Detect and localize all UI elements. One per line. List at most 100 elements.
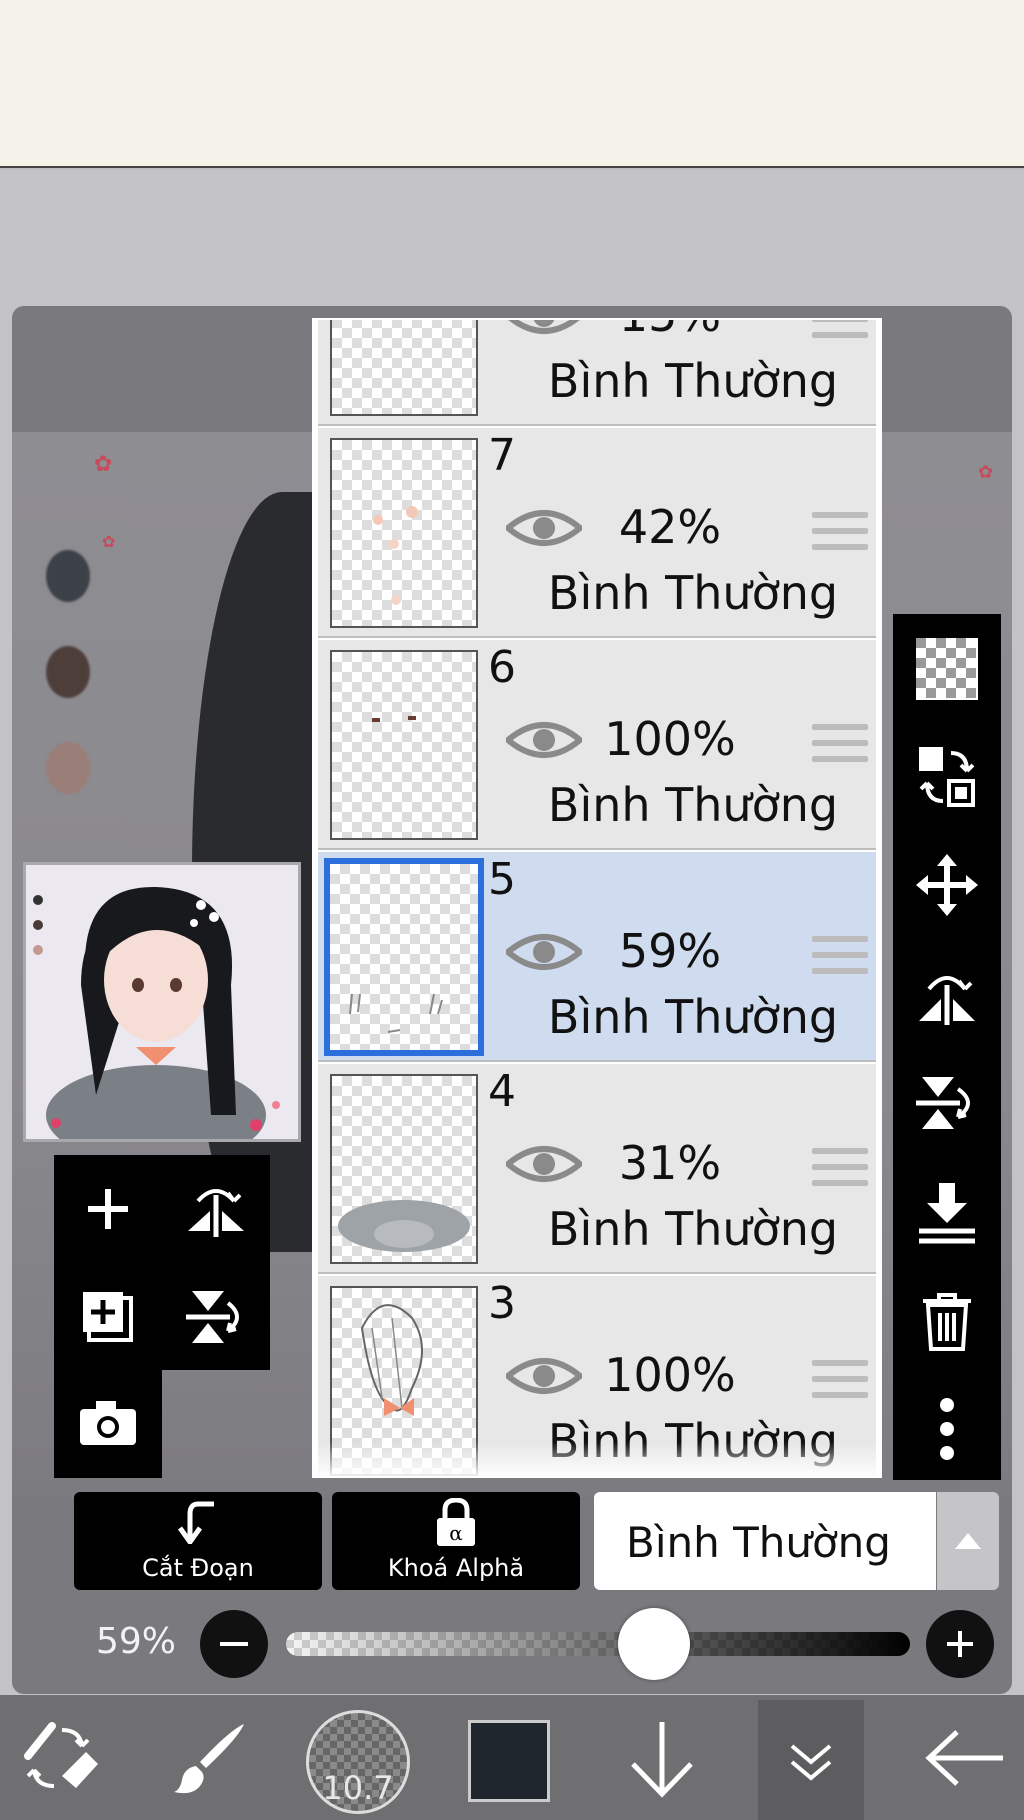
more-icon <box>940 1398 954 1460</box>
drag-handle[interactable] <box>812 1360 868 1400</box>
flip-layer-vertical-button[interactable] <box>893 1050 1001 1156</box>
merge-down-icon <box>919 1183 975 1244</box>
transparency-icon <box>916 638 978 700</box>
flower-decoration: ✿ <box>978 462 994 483</box>
layer-blend-mode: Bình Thường <box>547 566 839 620</box>
plus-icon <box>947 1631 973 1657</box>
flower-decoration: ✿ <box>94 452 113 477</box>
visibility-eye-icon[interactable] <box>506 1354 582 1398</box>
transfer-icon <box>919 747 975 807</box>
layer-blend-mode: Bình Thường <box>547 778 839 832</box>
opacity-decrease-button[interactable] <box>200 1610 268 1678</box>
layer-row[interactable]: 4 31% Bình Thường <box>318 1064 876 1274</box>
flip-vertical-icon <box>186 1290 239 1343</box>
visibility-eye-icon[interactable] <box>506 930 582 974</box>
palette-swatch <box>46 646 90 698</box>
down-arrow-button[interactable] <box>612 1695 712 1820</box>
layer-thumbnail <box>330 650 478 840</box>
clip-label: Cắt Đoạn <box>142 1554 254 1582</box>
drag-handle[interactable] <box>812 1148 868 1188</box>
minus-icon <box>220 1642 248 1646</box>
brush-button[interactable] <box>160 1695 260 1820</box>
layer-row[interactable]: 7 42% Bình Thường <box>318 428 876 638</box>
visibility-eye-icon[interactable] <box>506 506 582 550</box>
delete-layer-button[interactable] <box>893 1268 1001 1374</box>
opacity-increase-button[interactable] <box>926 1610 994 1678</box>
layer-row[interactable]: 6 100% Bình Thường <box>318 640 876 850</box>
flip-horizontal-button[interactable] <box>162 1155 270 1262</box>
layer-opacity: 59% <box>618 924 722 978</box>
layer-tools-panel <box>893 614 1001 1480</box>
layer-row-selected[interactable]: 5 59% Bình Thường <box>318 852 876 1062</box>
layer-blend-mode: Bình Thường <box>547 354 839 408</box>
add-layer-icon <box>88 1188 128 1229</box>
drag-handle[interactable] <box>812 936 868 976</box>
clip-button[interactable]: Cắt Đoạn <box>74 1492 322 1590</box>
add-layer-button[interactable] <box>54 1155 162 1262</box>
layer-opacity: 15% <box>600 320 740 342</box>
layer-opacity: 42% <box>618 500 722 554</box>
visibility-eye-icon[interactable] <box>506 718 582 762</box>
move-button[interactable] <box>893 832 1001 938</box>
more-options-button[interactable] <box>893 1376 1001 1482</box>
layer-number: 4 <box>488 1066 516 1117</box>
layer-opacity: 100% <box>604 712 736 766</box>
layer-opacity: 31% <box>618 1136 722 1190</box>
svg-text:α: α <box>449 1521 463 1545</box>
flip-vertical-button[interactable] <box>162 1263 270 1370</box>
opacity-value: 59% <box>96 1621 177 1662</box>
camera-icon <box>80 1401 136 1445</box>
layer-blend-mode: Bình Thường <box>547 1202 839 1256</box>
flip-horizontal-icon <box>188 1188 244 1237</box>
blend-mode-select[interactable]: Bình Thường <box>594 1492 936 1590</box>
layer-thumbnail <box>330 320 478 416</box>
layer-thumbnail <box>324 858 484 1056</box>
quick-tools-panel <box>54 1155 270 1370</box>
move-icon <box>916 854 978 916</box>
visibility-eye-icon[interactable] <box>506 318 582 338</box>
down-arrow-icon <box>631 1721 693 1798</box>
layer-number: 3 <box>488 1278 516 1329</box>
drag-handle[interactable] <box>812 512 868 552</box>
opacity-slider-thumb[interactable] <box>618 1608 691 1680</box>
opacity-slider-track[interactable] <box>286 1632 910 1656</box>
tool-swap-button[interactable] <box>0 1695 120 1820</box>
drag-handle[interactable] <box>812 320 868 340</box>
layer-row[interactable]: 15% Bình Thường <box>318 318 876 426</box>
swap-tool-icon <box>24 1721 98 1788</box>
blend-mode-dropdown[interactable] <box>937 1492 999 1590</box>
brush-size-value: 10.7 <box>322 1769 394 1807</box>
layer-list[interactable]: 15% Bình Thường 7 42% Bình Thường 6 100%… <box>312 318 882 1478</box>
list-fade <box>314 1442 880 1476</box>
clip-arrow-icon <box>177 1501 214 1544</box>
duplicate-layer-icon <box>83 1291 133 1342</box>
lock-icon: α <box>437 1498 475 1546</box>
alpha-lock-button[interactable]: α Khoá Alphă <box>332 1492 580 1590</box>
layer-opacity: 100% <box>604 1348 736 1402</box>
camera-button[interactable] <box>54 1368 162 1478</box>
back-arrow-icon <box>925 1729 1003 1786</box>
layer-thumbnail <box>330 1074 478 1264</box>
transfer-button[interactable] <box>893 724 1001 830</box>
flower-decoration: ✿ <box>102 532 116 551</box>
palette-swatch <box>46 550 90 602</box>
drag-handle[interactable] <box>812 724 868 764</box>
expand-down-icon <box>790 1744 832 1781</box>
flip-layer-horizontal-button[interactable] <box>893 942 1001 1048</box>
brush-icon <box>174 1723 244 1793</box>
color-swatch-button[interactable] <box>468 1720 550 1802</box>
duplicate-layer-button[interactable] <box>54 1263 162 1370</box>
artwork-thumbnail[interactable] <box>23 862 301 1142</box>
merge-down-button[interactable] <box>893 1160 1001 1266</box>
trash-icon <box>923 1293 971 1351</box>
layer-number: 7 <box>488 430 516 481</box>
palette-swatch <box>46 742 90 794</box>
layer-number: 5 <box>488 854 516 905</box>
back-button[interactable] <box>906 1695 1024 1820</box>
alpha-lock-label: Khoá Alphă <box>387 1554 525 1582</box>
flip-vertical-icon <box>916 1077 970 1129</box>
expand-button[interactable] <box>758 1700 864 1820</box>
transparency-button[interactable] <box>893 616 1001 722</box>
brush-size-button[interactable]: 10.7 <box>306 1710 410 1814</box>
visibility-eye-icon[interactable] <box>506 1142 582 1186</box>
